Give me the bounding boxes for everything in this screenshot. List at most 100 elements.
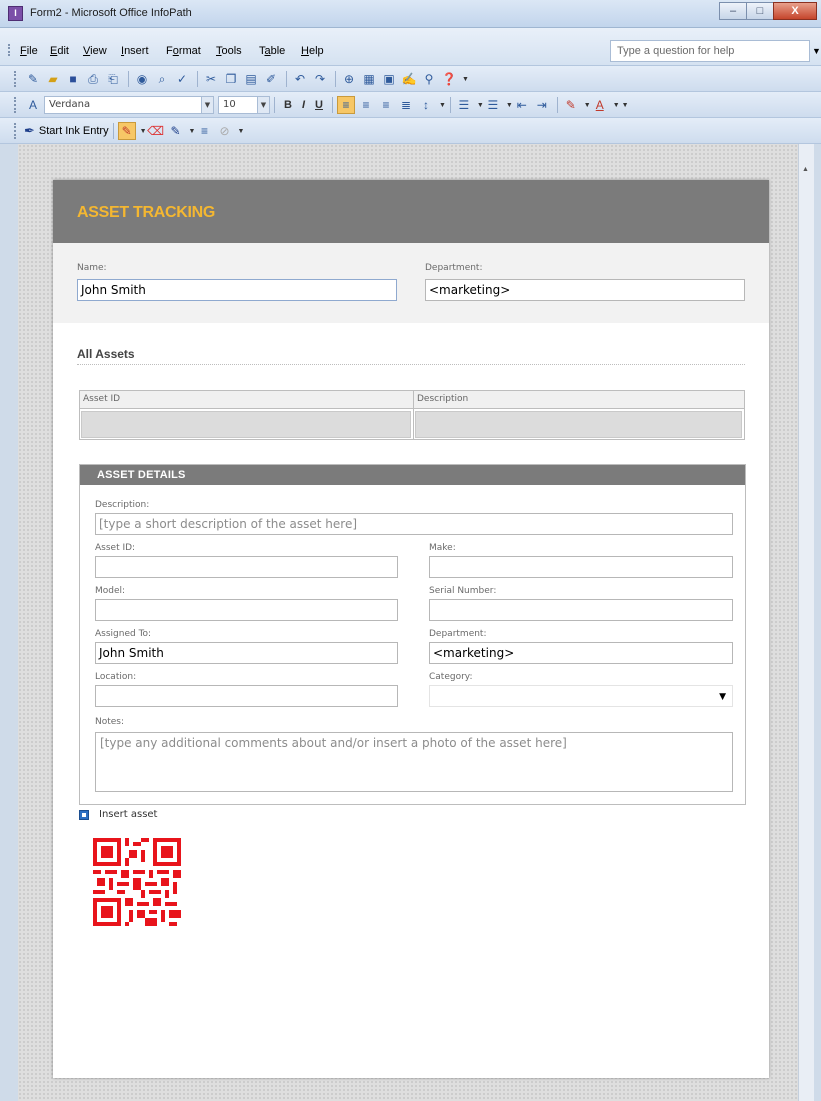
font-name-select[interactable]: Verdana ▼	[44, 96, 214, 114]
align-right-icon[interactable]: ≡	[377, 96, 395, 114]
increase-indent-icon[interactable]: ⇥	[533, 96, 551, 114]
numbering-icon[interactable]: ☰	[455, 96, 473, 114]
insert-asset-button[interactable]: Insert asset	[79, 809, 157, 820]
chevron-down-icon[interactable]: ▼	[439, 102, 446, 109]
italic-button[interactable]: I	[302, 99, 305, 111]
menu-help[interactable]: Help	[301, 45, 324, 57]
research-icon[interactable]: ⚲	[420, 70, 438, 88]
toolbar-grip[interactable]	[14, 71, 18, 87]
name-field[interactable]: John Smith	[77, 279, 397, 301]
highlight-icon[interactable]: ✎	[562, 96, 580, 114]
chevron-down-icon[interactable]: ▼	[140, 128, 147, 135]
ink-drawing-icon[interactable]: ✍	[400, 70, 418, 88]
make-field[interactable]	[429, 556, 733, 578]
menu-tools[interactable]: Tools	[216, 45, 242, 57]
form-title: ASSET TRACKING	[77, 204, 216, 221]
window-title: Form2 - Microsoft Office InfoPath	[30, 7, 192, 19]
underline-button[interactable]: U	[315, 99, 323, 111]
align-center-icon[interactable]: ≡	[357, 96, 375, 114]
line-style-icon[interactable]: ≡	[195, 122, 213, 140]
assets-table: Asset ID Description	[79, 390, 745, 440]
line-spacing-icon[interactable]: ↕	[417, 96, 435, 114]
preview-icon[interactable]: ◉	[133, 70, 151, 88]
pen-color-icon[interactable]: ✎	[117, 122, 136, 140]
select-ink-icon[interactable]: ⊘	[215, 122, 233, 140]
zoom-icon[interactable]: ⌕	[153, 70, 171, 88]
toolbar-grip[interactable]	[14, 97, 18, 113]
left-margin	[0, 144, 18, 1101]
description-label: Description:	[95, 500, 150, 510]
minimize-button[interactable]: –	[719, 2, 747, 20]
open-icon[interactable]: ▰	[44, 70, 62, 88]
save-icon[interactable]: ■	[64, 70, 82, 88]
asset-id-label: Asset ID:	[95, 543, 136, 553]
toolbar-options-icon[interactable]: ▼	[622, 102, 629, 109]
copy-icon[interactable]: ❐	[222, 70, 240, 88]
print-icon[interactable]: ⎗	[104, 70, 122, 88]
font-size-select[interactable]: 10 ▼	[218, 96, 270, 114]
menu-grip[interactable]	[8, 44, 11, 56]
toolbar-grip[interactable]	[14, 123, 18, 139]
highlighter-icon[interactable]: ✎	[167, 122, 185, 140]
menu-insert[interactable]: Insert	[121, 45, 149, 57]
chevron-down-icon[interactable]: ▼	[584, 102, 591, 109]
redo-icon[interactable]: ↷	[311, 70, 329, 88]
undo-icon[interactable]: ↶	[291, 70, 309, 88]
assigned-to-label: Assigned To:	[95, 629, 152, 639]
chevron-down-icon[interactable]: ▼	[506, 102, 513, 109]
section-divider	[77, 364, 745, 365]
vertical-scrollbar[interactable]: ▲	[798, 144, 814, 1101]
table-icon[interactable]: ▦	[360, 70, 378, 88]
hyperlink-icon[interactable]: ⊕	[340, 70, 358, 88]
font-size-value: 10	[223, 99, 236, 110]
chevron-down-icon: ▼	[201, 97, 213, 113]
styles-icon[interactable]: A	[24, 96, 42, 114]
scroll-up-icon[interactable]: ▲	[802, 166, 809, 173]
notes-field[interactable]: [type any additional comments about and/…	[95, 732, 733, 792]
format-painter-icon[interactable]: ✐	[262, 70, 280, 88]
menu-view[interactable]: View	[83, 45, 107, 57]
toolbar-options-icon[interactable]: ▼	[237, 128, 244, 135]
menu-format[interactable]: Format	[166, 45, 201, 57]
menu-bar: File Edit View Insert Format Tools Table…	[0, 28, 821, 66]
window-controls: – □ X	[719, 2, 817, 20]
toolbar-options-icon[interactable]: ▼	[462, 76, 469, 83]
asset-id-cell[interactable]	[81, 411, 411, 438]
asset-id-field[interactable]	[95, 556, 398, 578]
menu-edit[interactable]: Edit	[50, 45, 69, 57]
design-icon[interactable]: ✎	[24, 70, 42, 88]
justify-icon[interactable]: ≣	[397, 96, 415, 114]
picture-icon[interactable]: ▣	[380, 70, 398, 88]
model-field[interactable]	[95, 599, 398, 621]
description-field[interactable]: [type a short description of the asset h…	[95, 513, 733, 535]
eraser-icon[interactable]: ⌫	[147, 122, 165, 140]
bullets-icon[interactable]: ☰	[484, 96, 502, 114]
spelling-icon[interactable]: ✓	[173, 70, 191, 88]
department-field[interactable]: <marketing>	[425, 279, 745, 301]
menu-file[interactable]: File	[20, 45, 38, 57]
category-select[interactable]: ▼	[429, 685, 733, 707]
menu-table[interactable]: Table	[259, 45, 285, 57]
paste-icon[interactable]: ▤	[242, 70, 260, 88]
decrease-indent-icon[interactable]: ⇤	[513, 96, 531, 114]
bold-button[interactable]: B	[284, 99, 292, 111]
close-button[interactable]: X	[773, 2, 817, 20]
maximize-button[interactable]: □	[746, 2, 774, 20]
help-search-input[interactable]: Type a question for help	[610, 40, 810, 62]
cut-icon[interactable]: ✂	[202, 70, 220, 88]
chevron-down-icon[interactable]: ▼	[189, 128, 196, 135]
align-left-icon[interactable]: ≡	[336, 96, 355, 114]
details-department-field[interactable]: <marketing>	[429, 642, 733, 664]
font-color-icon[interactable]: A	[591, 96, 609, 114]
asset-details-title: ASSET DETAILS	[97, 469, 186, 481]
description-cell[interactable]	[415, 411, 742, 438]
assigned-to-field[interactable]: John Smith	[95, 642, 398, 664]
chevron-down-icon[interactable]: ▼	[477, 102, 484, 109]
chevron-down-icon[interactable]: ▼	[613, 102, 620, 109]
location-field[interactable]	[95, 685, 398, 707]
start-ink-entry-button[interactable]: ✒ Start Ink Entry	[24, 123, 109, 139]
print-preview-icon[interactable]: ⎙	[84, 70, 102, 88]
help-dropdown-icon[interactable]: ▼	[812, 46, 821, 56]
help-icon[interactable]: ❓	[440, 70, 458, 88]
serial-number-field[interactable]	[429, 599, 733, 621]
